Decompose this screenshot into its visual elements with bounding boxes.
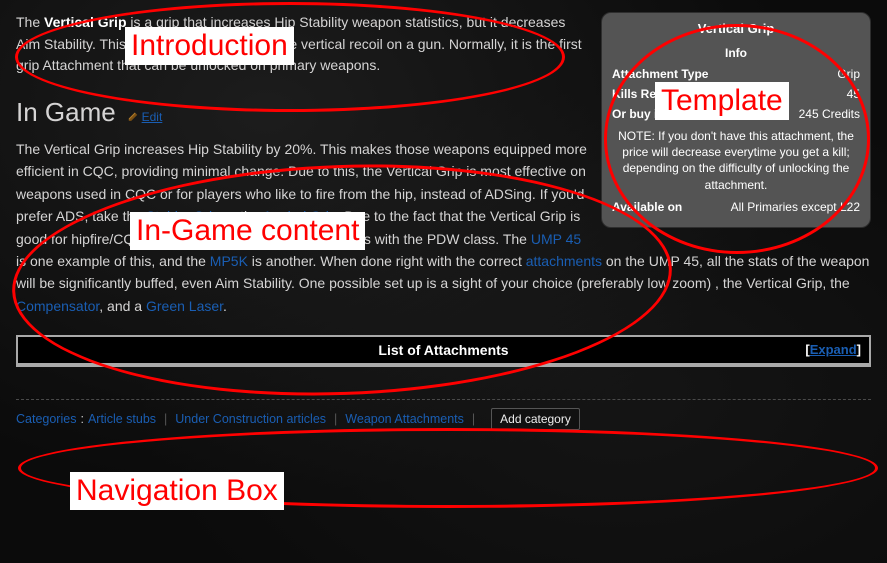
- link-mp5k[interactable]: MP5K: [210, 253, 248, 269]
- category-separator: |: [330, 412, 341, 426]
- category-link[interactable]: Weapon Attachments: [345, 412, 464, 426]
- link-green-laser[interactable]: Green Laser: [146, 298, 223, 314]
- edit-label: Edit: [142, 110, 163, 124]
- body-text: .: [223, 298, 227, 314]
- link-attachments[interactable]: attachments: [526, 253, 602, 269]
- navbox-header: List of Attachments [Expand]: [18, 337, 869, 365]
- categories-bar: Categories: Article stubs | Under Constru…: [16, 399, 871, 430]
- intro-topic-bold: Vertical Grip: [44, 14, 126, 30]
- link-compensator[interactable]: Compensator: [16, 298, 99, 314]
- infobox-note: NOTE: If you don't have this attachment,…: [612, 124, 860, 197]
- article-page: Vertical Grip Info Attachment Type Grip …: [0, 0, 887, 446]
- intro-prefix: The: [16, 14, 44, 30]
- section-edit-link[interactable]: Edit: [128, 110, 163, 124]
- link-angled-grip[interactable]: Angled Grip: [263, 208, 337, 224]
- infobox-subhead: Info: [612, 44, 860, 64]
- infobox-val: 245 Credits: [799, 107, 860, 121]
- infobox-key: Kills Required: [612, 87, 693, 101]
- body-text: or the: [220, 208, 263, 224]
- body-text: is one example of this, and the: [16, 253, 210, 269]
- infobox-val: Grip: [837, 67, 860, 81]
- navbox-attachments: List of Attachments [Expand]: [16, 335, 871, 367]
- categories-colon: :: [80, 412, 83, 426]
- infobox-key: Or buy it with: [612, 107, 689, 121]
- link-stubby-grip[interactable]: Stubby Grip: [146, 208, 220, 224]
- navbox-expand-wrap: [Expand]: [805, 342, 861, 357]
- infobox-val: All Primaries except L22: [731, 200, 860, 214]
- body-text: is another. When done right with the cor…: [248, 253, 526, 269]
- pencil-icon: [128, 110, 140, 122]
- infobox-row-attachment-type: Attachment Type Grip: [612, 64, 860, 84]
- body-text: , and a: [99, 298, 146, 314]
- category-link[interactable]: Article stubs: [88, 412, 156, 426]
- add-category-button[interactable]: Add category: [491, 408, 580, 430]
- infobox-vertical-grip: Vertical Grip Info Attachment Type Grip …: [601, 12, 871, 228]
- navbox-expand-link[interactable]: Expand: [810, 342, 857, 357]
- infobox-row-or-buy: Or buy it with 245 Credits: [612, 104, 860, 124]
- infobox-row-available-on: Available on All Primaries except L22: [612, 197, 860, 217]
- section-heading-in-game: In Game: [16, 97, 116, 128]
- infobox-title: Vertical Grip: [612, 19, 860, 44]
- categories-lead-link[interactable]: Categories: [16, 412, 76, 426]
- link-ump-45[interactable]: UMP 45: [531, 231, 581, 247]
- category-separator: |: [468, 412, 479, 426]
- navbox-title: List of Attachments: [378, 342, 508, 358]
- category-link[interactable]: Under Construction articles: [175, 412, 326, 426]
- infobox-val: 45: [847, 87, 860, 101]
- infobox-key: Available on: [612, 200, 682, 214]
- category-separator: |: [160, 412, 171, 426]
- infobox-row-kills-required: Kills Required 45: [612, 84, 860, 104]
- infobox-key: Attachment Type: [612, 67, 708, 81]
